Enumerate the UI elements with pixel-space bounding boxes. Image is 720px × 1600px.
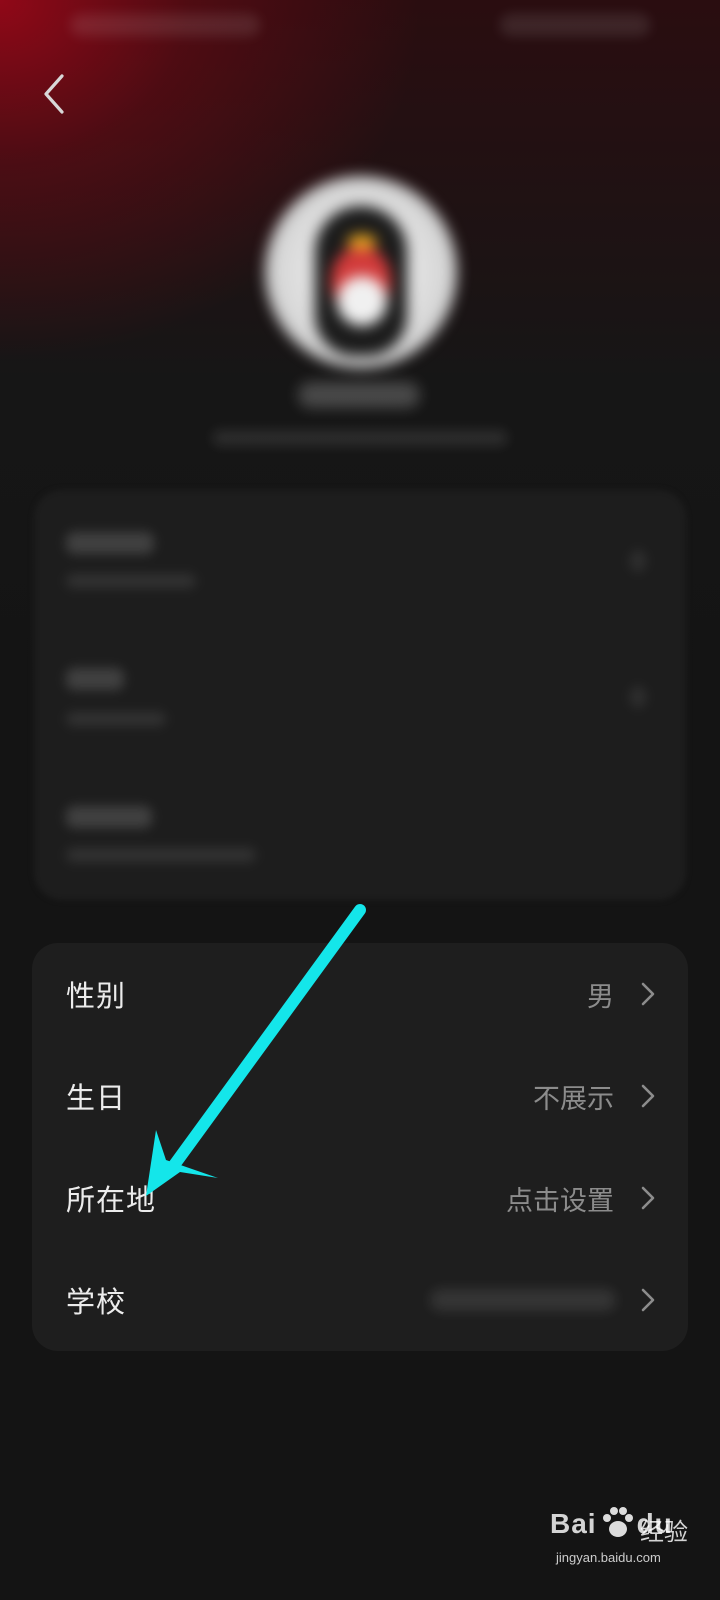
nickname-blurred [298, 382, 420, 408]
baidu-jingyan-watermark: Bai du 经验 jingyan.baidu.com [550, 1507, 710, 1588]
info-row-value: 不展示 [533, 1083, 614, 1115]
info-row-label: 生日 [66, 1081, 127, 1115]
info-row-value: 点击设置 [506, 1185, 614, 1217]
info-row-label: 所在地 [66, 1183, 157, 1217]
status-bar [0, 0, 720, 50]
info-row-label: 学校 [66, 1285, 127, 1319]
chevron-right-icon [641, 1186, 655, 1210]
info-row-school[interactable]: 学校 [32, 1249, 688, 1351]
profile-card-blurred [34, 490, 686, 900]
chevron-right-icon [641, 1084, 655, 1108]
watermark-url: jingyan.baidu.com [556, 1550, 661, 1565]
school-value-blurred [430, 1289, 616, 1311]
info-row-location[interactable]: 所在地 点击设置 [32, 1147, 688, 1249]
watermark-jingyan: 经验 [640, 1518, 688, 1546]
chevron-right-icon [641, 982, 655, 1006]
info-row-birthday[interactable]: 生日 不展示 [32, 1045, 688, 1147]
avatar[interactable] [265, 176, 457, 368]
info-row-gender[interactable]: 性别 男 [32, 943, 688, 1045]
chevron-right-icon [641, 1288, 655, 1312]
info-row-label: 性别 [66, 979, 127, 1013]
signature-blurred [212, 430, 508, 446]
chevron-left-icon [44, 74, 64, 114]
paw-icon [603, 1507, 633, 1537]
status-right-blurred [500, 14, 650, 36]
profile-info-card: 性别 男 生日 不展示 所在地 点击设置 学校 [32, 943, 688, 1351]
back-button[interactable] [30, 66, 78, 122]
status-left-blurred [70, 14, 260, 36]
info-row-value: 男 [587, 981, 614, 1013]
